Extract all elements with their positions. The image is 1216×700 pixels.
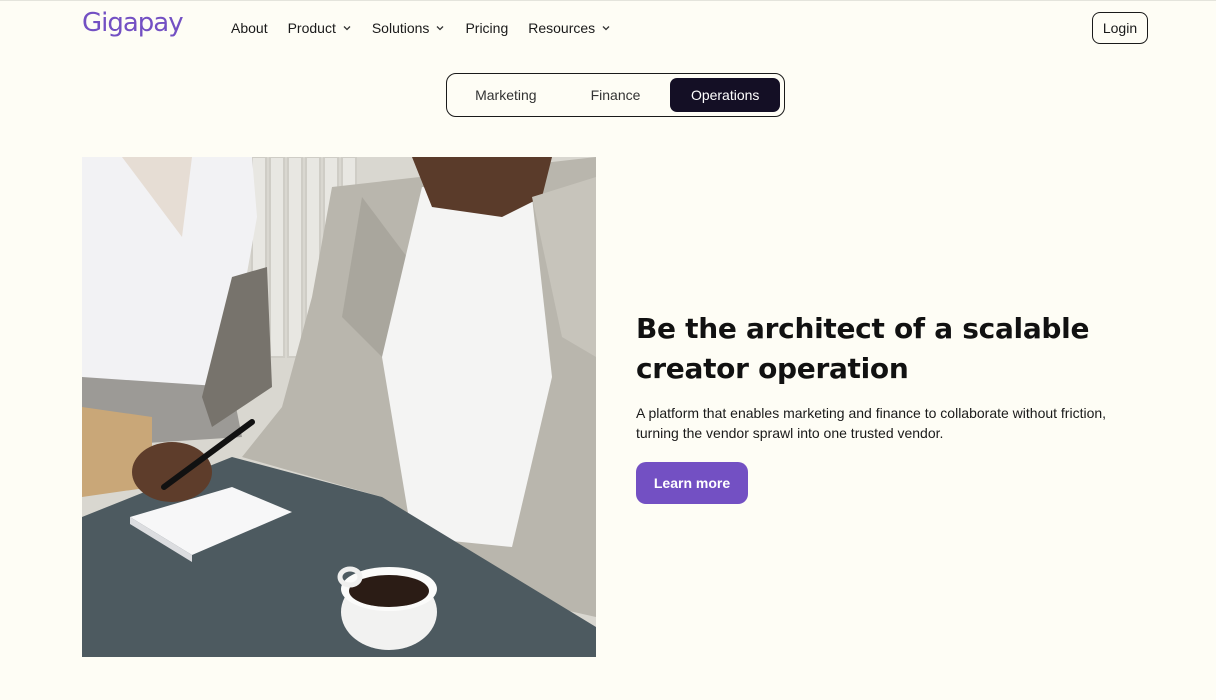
hero-headline: Be the architect of a scalable creator o…: [636, 312, 1090, 385]
tab-finance[interactable]: Finance: [561, 78, 671, 112]
learn-more-button[interactable]: Learn more: [636, 462, 748, 504]
nav-item-resources[interactable]: Resources: [528, 20, 611, 36]
team-tabs: Marketing Finance Operations: [446, 73, 785, 117]
hero-photo: [82, 157, 596, 657]
login-button[interactable]: Login: [1092, 12, 1148, 44]
nav-item-product[interactable]: Product: [288, 20, 352, 36]
nav-item-label: Resources: [528, 20, 596, 36]
nav-item-solutions[interactable]: Solutions: [372, 20, 446, 36]
site-header: Gigapay About Product Solutions Pricing …: [0, 1, 1216, 57]
gigapay-logo[interactable]: Gigapay: [82, 8, 184, 38]
tab-operations[interactable]: Operations: [670, 78, 781, 112]
nav-item-label: Solutions: [371, 20, 430, 36]
chevron-down-icon: [343, 26, 351, 31]
chevron-down-icon: [602, 26, 610, 31]
nav-item-pricing[interactable]: Pricing: [465, 20, 508, 36]
chevron-down-icon: [436, 26, 444, 31]
main-nav: About Product Solutions Pricing Resource…: [231, 20, 611, 36]
nav-item-label: Pricing: [465, 20, 509, 36]
tab-marketing[interactable]: Marketing: [451, 78, 561, 112]
nav-item-about[interactable]: About: [231, 20, 268, 36]
hero-description: A platform that enables marketing and fi…: [636, 405, 1107, 441]
nav-item-label: Product: [287, 20, 336, 36]
nav-item-label: About: [231, 20, 268, 36]
office-meeting-photo: [82, 157, 596, 657]
